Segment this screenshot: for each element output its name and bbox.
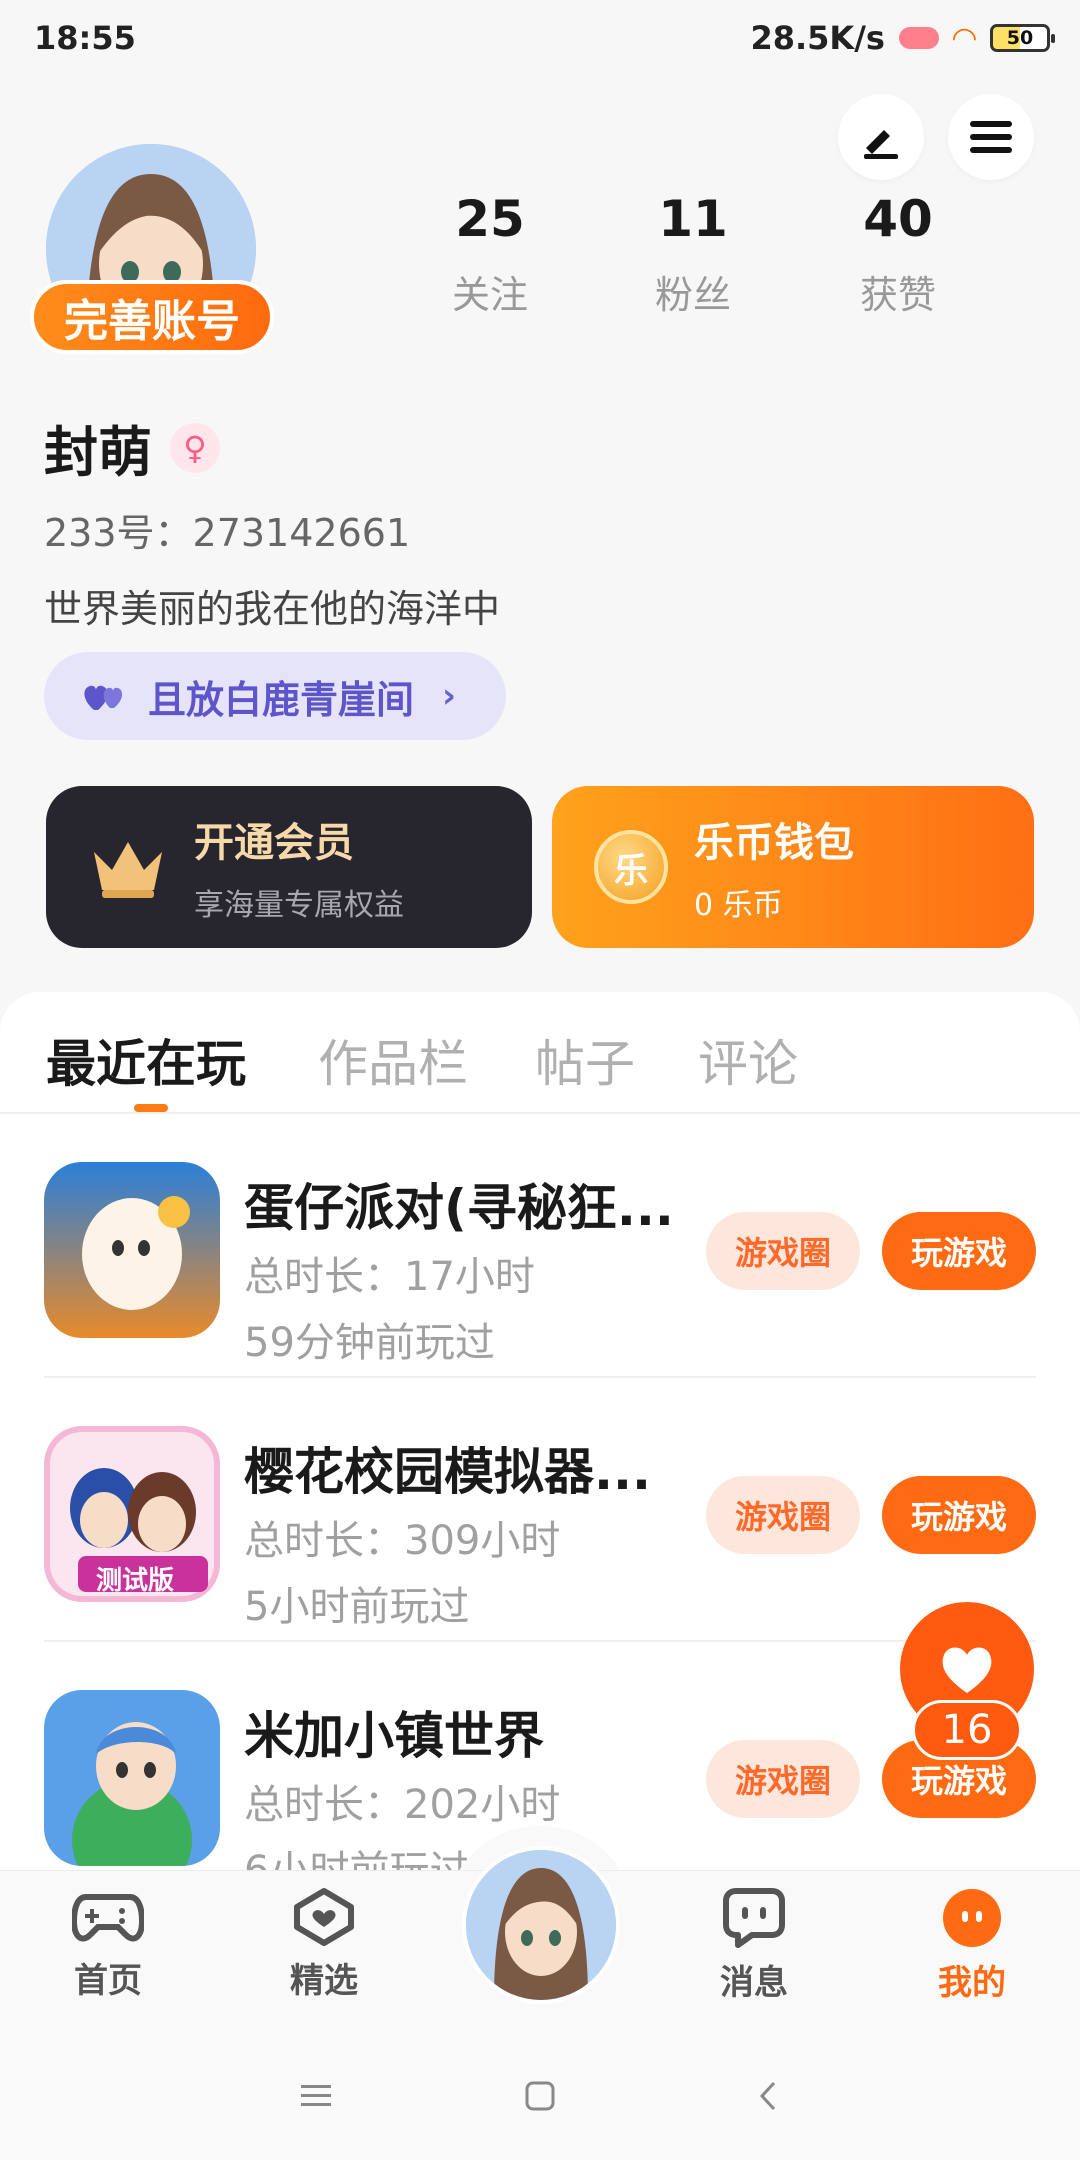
play-game-button[interactable]: 玩游戏 (882, 1476, 1036, 1554)
wallet-card-text: 乐币钱包 0 乐币 (694, 810, 854, 924)
back-chevron-icon (759, 2081, 776, 2111)
vpn-icon (898, 27, 939, 49)
profile-face-icon (943, 1889, 1001, 1947)
game-icon-eggy-party (44, 1162, 220, 1338)
status-indicators: 28.5K/s ◠ 50 (750, 19, 1055, 57)
game-icon-sakura-school: 测试版 (44, 1426, 220, 1602)
game-icon-miga-town (44, 1690, 220, 1866)
home-button[interactable] (520, 2076, 560, 2116)
nav-home[interactable]: 首页 (48, 1887, 168, 2002)
heart-badge-icon (294, 1888, 354, 1946)
profile-tabs: 最近在玩 作品栏 帖子 评论 (0, 992, 1080, 1114)
nav-messages-label: 消息 (720, 1963, 788, 2003)
user-name: 封萌 (44, 421, 152, 484)
stat-followers[interactable]: 11 粉丝 (613, 190, 773, 319)
game-row[interactable]: 测试版 樱花校园模拟器... 总时长：309小时 5小时前玩过 游戏圈 玩游戏 (44, 1378, 1036, 1642)
tab-recently-played[interactable]: 最近在玩 (46, 1024, 246, 1096)
menu-button[interactable] (948, 94, 1034, 180)
game-icon-badge: 测试版 (96, 1566, 175, 1596)
status-time: 18:55 (34, 19, 136, 57)
like-count: 16 (912, 1700, 1022, 1760)
female-icon: ♀ (170, 422, 220, 473)
vip-card-subtitle: 享海量专属权益 (194, 888, 404, 923)
nav-center-avatar[interactable] (462, 1846, 620, 2004)
vip-card-text: 开通会员 享海量专属权益 (194, 810, 404, 924)
pen-icon (864, 130, 898, 159)
gamepad-icon (72, 1894, 144, 1942)
stat-likes-label: 获赞 (859, 273, 936, 317)
user-bio: 世界美丽的我在他的海洋中 (44, 587, 501, 631)
stat-following[interactable]: 25 关注 (410, 190, 570, 319)
wallet-card-title: 乐币钱包 (694, 820, 854, 866)
wallet-card[interactable]: 乐 乐币钱包 0 乐币 (552, 786, 1034, 948)
game-last-played: 5小时前玩过 (244, 1584, 470, 1630)
stat-followers-label: 粉丝 (654, 273, 731, 317)
game-title: 米加小镇世界 (244, 1707, 544, 1765)
menu-lines-icon (301, 2085, 331, 2106)
vip-card[interactable]: 开通会员 享海量专属权益 (46, 786, 532, 948)
crown-icon (94, 842, 162, 898)
recent-apps-button[interactable] (296, 2076, 336, 2116)
signature-tag-label: 且放白鹿青崖间 (148, 677, 415, 722)
back-button[interactable] (748, 2076, 788, 2116)
game-total-time: 总时长：17小时 (244, 1254, 535, 1300)
chat-icon (723, 1888, 785, 1948)
game-title: 蛋仔派对(寻秘狂... (244, 1179, 674, 1237)
stat-following-count: 25 (455, 190, 525, 248)
chevron-right-icon: › (442, 676, 457, 716)
coin-icon: 乐 (594, 830, 668, 904)
tab-posts[interactable]: 帖子 (535, 1024, 635, 1096)
battery-icon: 50 (990, 24, 1055, 52)
nav-mine[interactable]: 我的 (912, 1887, 1032, 2004)
system-nav-bar (0, 2030, 1080, 2160)
stat-likes-count: 40 (863, 190, 933, 248)
vip-card-title: 开通会员 (194, 820, 354, 866)
nav-mine-label: 我的 (938, 1963, 1006, 2003)
nav-featured[interactable]: 精选 (264, 1887, 384, 2002)
nav-messages[interactable]: 消息 (694, 1887, 814, 2004)
tab-indicator (134, 1104, 168, 1112)
game-total-time: 总时长：202小时 (244, 1782, 561, 1828)
square-icon (525, 2081, 555, 2111)
name-row: 封萌 ♀ (44, 408, 220, 487)
game-circle-button[interactable]: 游戏圈 (706, 1476, 860, 1554)
game-total-time: 总时长：309小时 (244, 1518, 561, 1564)
complete-account-button[interactable]: 完善账号 (30, 280, 274, 354)
nav-featured-label: 精选 (290, 1961, 358, 2001)
tab-works[interactable]: 作品栏 (318, 1024, 468, 1096)
game-circle-button[interactable]: 游戏圈 (706, 1212, 860, 1290)
stat-following-label: 关注 (451, 273, 528, 317)
hearts-icon (84, 685, 123, 710)
heart-icon (942, 1647, 992, 1693)
edit-profile-button[interactable] (838, 94, 924, 180)
signature-tag[interactable]: 且放白鹿青崖间 › (44, 652, 506, 740)
status-bar: 18:55 28.5K/s ◠ 50 (0, 0, 1080, 76)
user-id: 233号：273142661 (44, 511, 411, 555)
game-row[interactable]: 蛋仔派对(寻秘狂... 总时长：17小时 59分钟前玩过 游戏圈 玩游戏 (44, 1114, 1036, 1378)
stat-likes[interactable]: 40 获赞 (818, 190, 978, 319)
wallet-card-subtitle: 0 乐币 (694, 888, 783, 923)
hamburger-icon (970, 121, 1012, 153)
game-title: 樱花校园模拟器... (244, 1443, 651, 1501)
nav-home-label: 首页 (74, 1961, 142, 2001)
network-speed: 28.5K/s (750, 19, 885, 57)
game-circle-button[interactable]: 游戏圈 (706, 1740, 860, 1818)
stat-followers-count: 11 (658, 190, 728, 248)
wifi-icon: ◠ (952, 20, 976, 56)
play-game-button[interactable]: 玩游戏 (882, 1212, 1036, 1290)
tab-comments[interactable]: 评论 (698, 1024, 798, 1096)
center-avatar-illustration (466, 1850, 616, 2000)
game-last-played: 59分钟前玩过 (244, 1320, 495, 1366)
